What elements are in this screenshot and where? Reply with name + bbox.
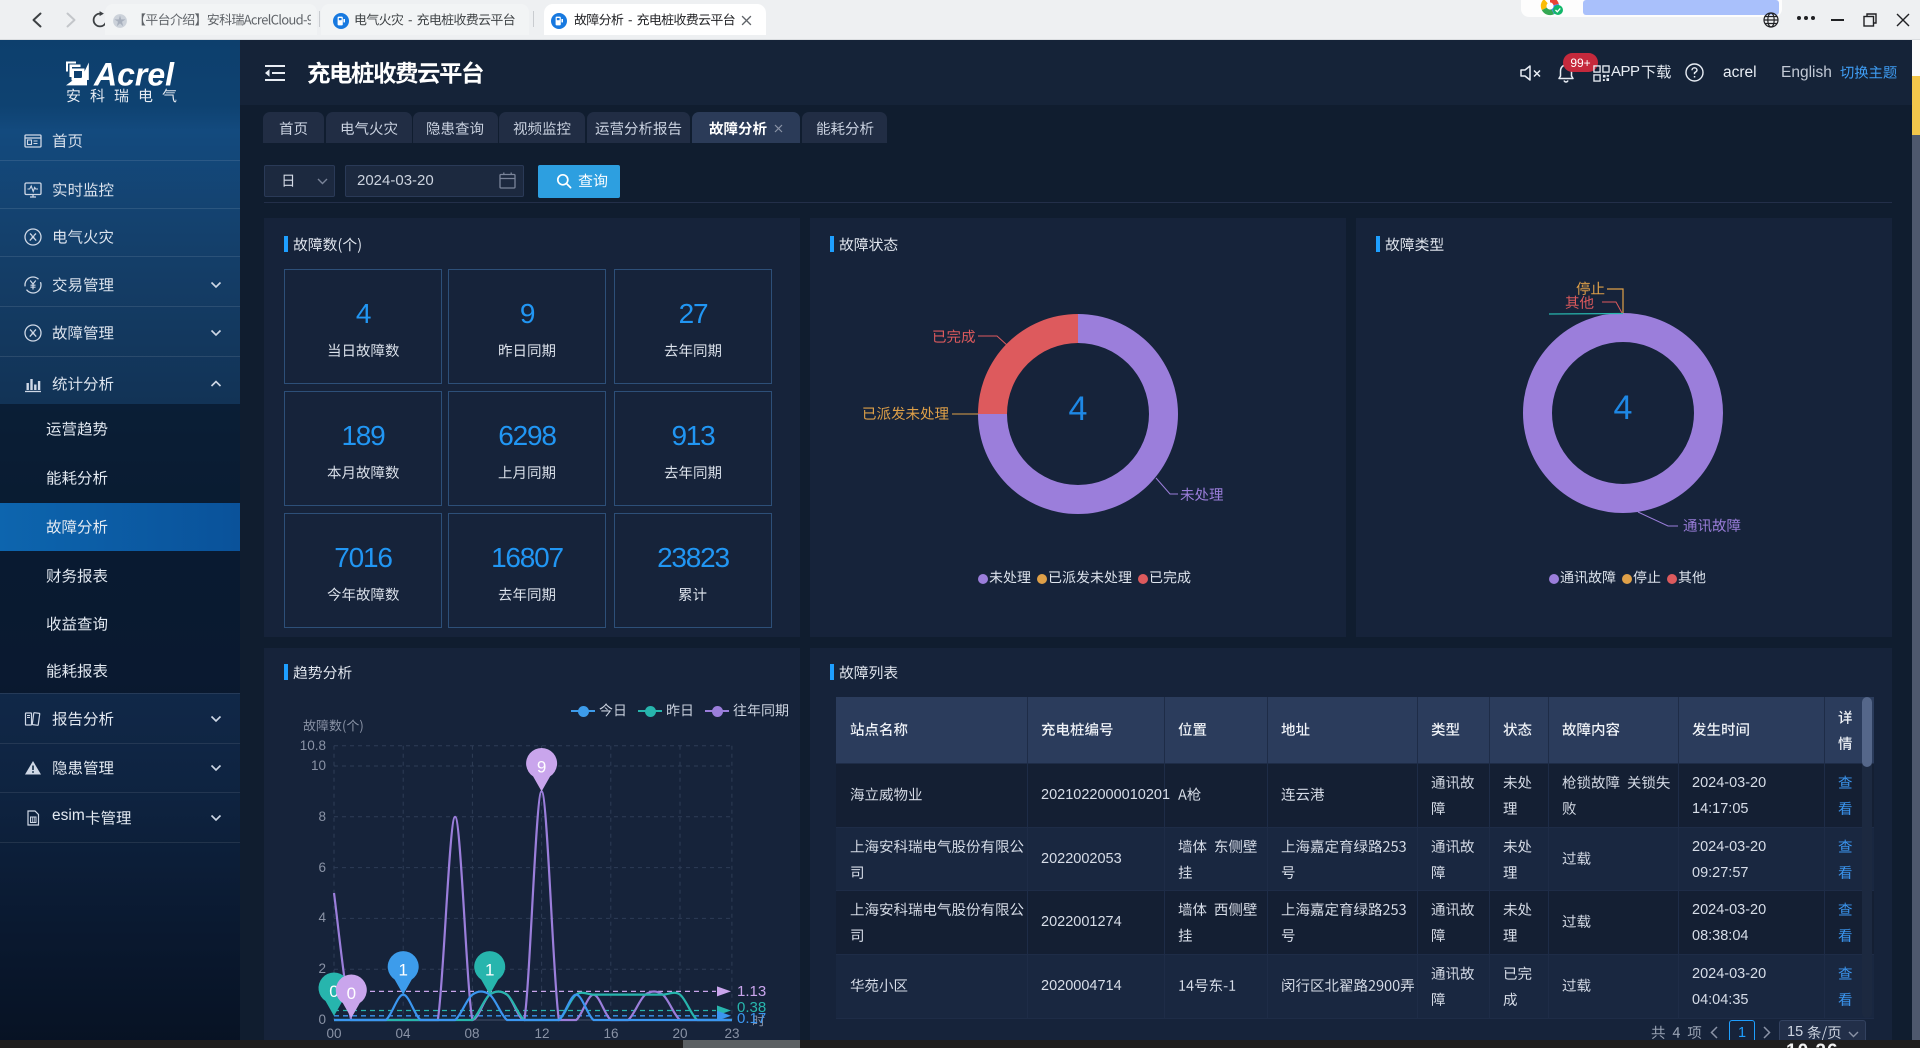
svg-text:0: 0 — [347, 984, 356, 1003]
svg-text:1: 1 — [398, 961, 407, 980]
svg-text:1: 1 — [485, 961, 494, 980]
svg-text:9: 9 — [537, 757, 546, 776]
